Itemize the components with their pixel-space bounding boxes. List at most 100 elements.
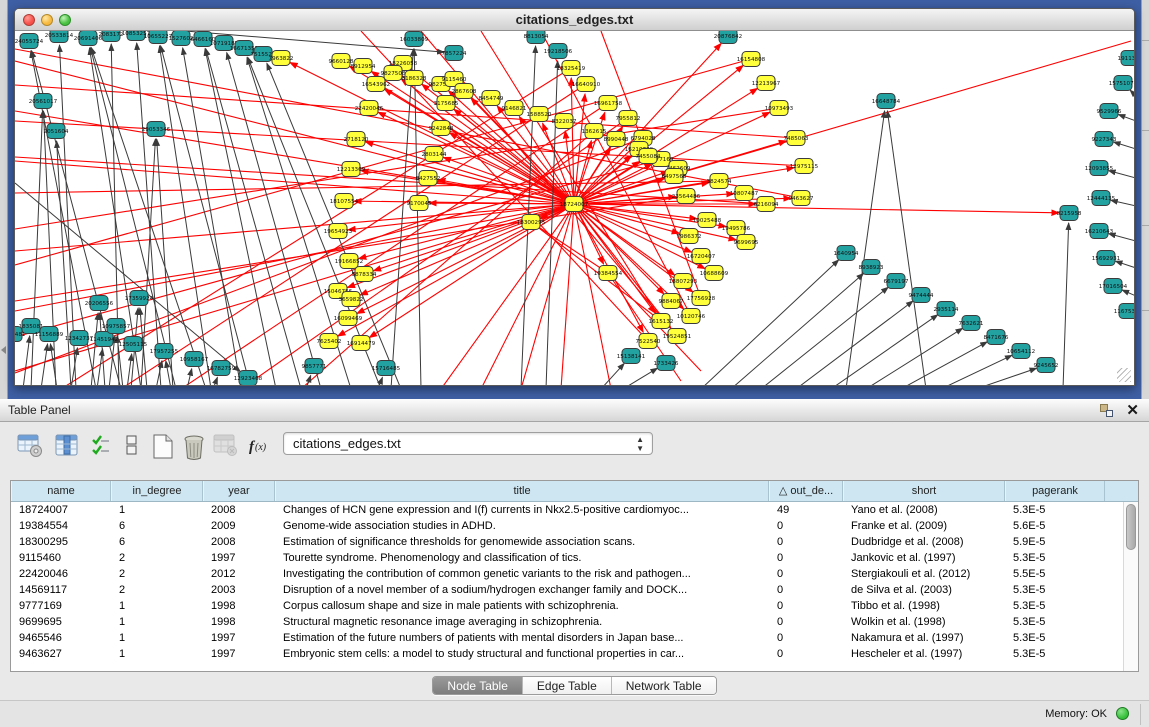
table-cell[interactable]: Estimation of the future numbers of pati… [275,630,769,646]
column-header-pagerank[interactable]: pagerank [1005,481,1105,501]
table-cell[interactable]: 2008 [203,534,275,550]
graph-node[interactable]: 18107554 [330,194,359,209]
graph-node[interactable]: 2867608 [452,84,477,99]
table-cell[interactable]: 5.3E-5 [1005,550,1105,566]
close-panel-icon[interactable]: ✕ [1126,401,1139,419]
close-window-icon[interactable] [23,14,35,26]
table-cell[interactable]: 0 [769,614,843,630]
graph-node[interactable]: 16210643 [1085,224,1114,239]
graph-node[interactable]: 20561017 [29,94,58,109]
table-cell[interactable]: 2 [111,582,203,598]
graph-node[interactable]: 8427552 [416,171,441,186]
table-cell[interactable]: 5.6E-5 [1005,518,1105,534]
table-cell[interactable]: 5.3E-5 [1005,646,1105,662]
table-cell[interactable]: 2012 [203,566,275,582]
table-cell[interactable]: Estimation of significance thresholds fo… [275,534,769,550]
graph-node[interactable]: 29053346 [142,122,171,137]
graph-node[interactable]: 2935114 [934,302,959,317]
network-view-window[interactable]: citations_edges.txt 18724007240557242053… [14,8,1135,386]
graph-node[interactable]: 15138141 [617,349,646,364]
delete-table-icon[interactable] [183,434,207,460]
graph-node[interactable]: 12444135 [1087,191,1116,206]
table-row[interactable]: 2242004622012Investigating the contribut… [11,566,1123,582]
table-cell[interactable]: Nakamura et al. (1997) [843,630,1005,646]
graph-node[interactable]: 2718120 [344,132,369,147]
graph-node[interactable]: 19384554 [594,266,623,281]
column-header-title[interactable]: title [275,481,769,501]
column-header-short[interactable]: short [843,481,1005,501]
table-cell[interactable]: 18300295 [11,534,111,550]
graph-node[interactable]: 17359924 [125,291,154,306]
left-panel-edge[interactable] [0,0,8,399]
table-cell[interactable]: 9699695 [11,614,111,630]
table-cell[interactable]: Disruption of a novel member of a sodium… [275,582,769,598]
graph-node[interactable]: 16961758 [594,96,623,111]
column-select-icon[interactable] [55,434,79,458]
right-panel-edge[interactable] [1141,0,1149,399]
table-cell[interactable]: 2 [111,566,203,582]
table-row[interactable]: 969969511998Structural magnetic resonanc… [11,614,1123,630]
column-header-out_de[interactable]: △ out_de... [769,481,843,501]
graph-node[interactable]: 17016504 [1099,279,1128,294]
table-settings-icon[interactable] [17,434,43,458]
table-cell[interactable]: Investigating the contribution of common… [275,566,769,582]
graph-node[interactable]: 19495786 [722,221,751,236]
table-cell[interactable]: Stergiakouli et al. (2012) [843,566,1005,582]
table-cell[interactable]: 0 [769,534,843,550]
select-rows-icon[interactable] [91,434,111,458]
graph-node[interactable]: 8938923 [859,260,884,275]
graph-node[interactable]: 8215958 [1057,206,1082,221]
graph-node[interactable]: 8471676 [984,330,1009,345]
graph-node[interactable]: 9146821 [502,101,527,116]
table-cell[interactable]: 5.3E-5 [1005,614,1105,630]
graph-node[interactable]: 9227343 [1092,132,1117,147]
table-panel-header[interactable]: Table Panel ✕ [0,399,1149,422]
graph-node[interactable]: 6497568 [662,169,687,184]
table-cell[interactable]: 2009 [203,518,275,534]
table-cell[interactable]: 0 [769,518,843,534]
table-row[interactable]: 946362711997Embryonic stem cells: a mode… [11,646,1123,662]
graph-node[interactable]: 9699695 [734,235,759,250]
table-cell[interactable]: Corpus callosum shape and size in male p… [275,598,769,614]
graph-node[interactable]: 11675338 [1114,304,1134,319]
graph-node[interactable]: 20876842 [714,31,742,44]
network-canvas[interactable]: 1872400724055724205338142069140620831721… [15,31,1134,385]
graph-node[interactable]: 9463627 [789,191,814,206]
graph-node[interactable]: 16648784 [872,94,901,109]
table-cell[interactable]: 18724007 [11,502,111,518]
graph-node[interactable]: 8454749 [479,91,504,106]
table-cell[interactable]: Dudbridge et al. (2008) [843,534,1005,550]
graph-node[interactable]: 18325419 [557,61,586,76]
graph-node[interactable]: 16640910 [572,77,601,92]
table-cell[interactable]: 2 [111,550,203,566]
table-cell[interactable]: 19384554 [11,518,111,534]
table-cell[interactable]: 1998 [203,598,275,614]
graph-node[interactable]: 1733426 [654,356,679,371]
table-row[interactable]: 946554611997Estimation of the future num… [11,630,1123,646]
graph-node[interactable]: 9474444 [909,288,934,303]
graph-node[interactable]: 3175685 [434,96,459,111]
table-row[interactable]: 1938455462009Genome-wide association stu… [11,518,1123,534]
graph-node[interactable]: 16914479 [347,336,376,351]
graph-node[interactable]: 7857224 [442,46,467,61]
graph-node[interactable]: 7485063 [784,131,809,146]
column-header-name[interactable]: name [11,481,111,501]
table-cell[interactable]: 1 [111,646,203,662]
vertical-scrollbar[interactable] [1123,502,1138,671]
zoom-window-icon[interactable] [59,14,71,26]
graph-node[interactable]: 19218506 [544,44,573,59]
graph-node[interactable]: 9245652 [1034,358,1059,373]
window-resize-grip[interactable] [1117,368,1131,382]
minimize-window-icon[interactable] [41,14,53,26]
graph-node[interactable]: 7632621 [959,316,984,331]
graph-node[interactable]: 7625402 [317,334,342,349]
table-cell[interactable]: 0 [769,646,843,662]
graph-node[interactable]: 15751074 [1109,76,1134,91]
table-cell[interactable]: 1 [111,598,203,614]
graph-node[interactable]: 9884067 [659,294,684,309]
table-cell[interactable]: 1 [111,502,203,518]
graph-node[interactable]: 10973493 [765,101,794,116]
table-cell[interactable]: Tibbo et al. (1998) [843,598,1005,614]
row-height-icon[interactable] [126,434,138,458]
graph-node[interactable]: 24055724 [15,34,44,49]
